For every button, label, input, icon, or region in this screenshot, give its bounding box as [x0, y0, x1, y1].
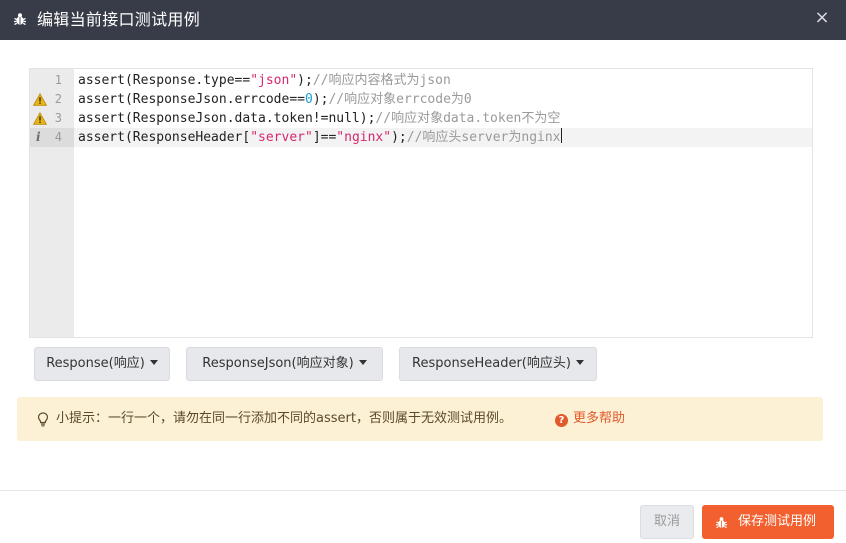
info-icon[interactable]: i: [36, 129, 41, 146]
tip-text: 小提示：一行一个，请勿在同一行添加不同的assert，否则属于无效测试用例。: [56, 411, 512, 426]
code-comment: //响应对象errcode为0: [328, 92, 472, 107]
code-area[interactable]: assert(Response.type=="json");//响应内容格式为j…: [74, 69, 812, 337]
cancel-button[interactable]: 取消: [640, 505, 694, 539]
code-comment: //响应头server为nginx: [406, 130, 561, 145]
code-number: 0: [304, 92, 313, 107]
code-comment: //响应内容格式为json: [312, 73, 451, 88]
caret-down-icon: [149, 360, 158, 365]
tip-box: 小提示：一行一个，请勿在同一行添加不同的assert，否则属于无效测试用例。 ?…: [17, 397, 823, 441]
line-number: 2: [54, 92, 62, 106]
code-text: assert(Response.type==: [78, 73, 251, 88]
code-text: assert(ResponseHeader[: [78, 130, 251, 145]
bug-icon: [715, 517, 728, 529]
code-text: assert(ResponseJson.errcode==: [78, 92, 305, 107]
code-text: assert(ResponseJson.data.token!=null);: [78, 111, 376, 126]
response-dropdown[interactable]: Response(响应): [34, 347, 170, 381]
code-text: ]==: [312, 130, 337, 145]
caret-down-icon: [575, 360, 584, 365]
save-button-label: 保存测试用例: [738, 514, 817, 529]
code-line-active: assert(ResponseHeader["server"]=="nginx"…: [74, 128, 812, 147]
line-number: 3: [54, 111, 62, 125]
code-editor[interactable]: 1 2 3 i 4 assert(Response.type=="json");…: [29, 68, 813, 338]
dropdown-label: ResponseHeader(响应头): [412, 356, 571, 371]
dropdown-label: Response(响应): [46, 356, 145, 371]
lightbulb-icon: [37, 412, 49, 427]
code-text: );: [391, 130, 407, 145]
save-test-case-button[interactable]: 保存测试用例: [702, 505, 834, 539]
caret-down-icon: [358, 360, 367, 365]
gutter-row: 2: [30, 90, 74, 109]
gutter-row-active: i 4: [30, 128, 74, 147]
code-comment: //响应对象data.token不为空: [375, 111, 561, 126]
bug-icon: [14, 13, 26, 26]
warning-icon[interactable]: [33, 112, 47, 125]
more-help-link[interactable]: ? 更多帮助: [555, 410, 625, 428]
question-circle-icon: ?: [555, 414, 568, 427]
close-button[interactable]: ×: [812, 8, 832, 28]
response-header-dropdown[interactable]: ResponseHeader(响应头): [399, 347, 597, 381]
warning-icon[interactable]: [33, 93, 47, 106]
footer-divider: [0, 490, 846, 491]
code-text: );: [312, 92, 329, 107]
code-text: );: [297, 73, 313, 88]
gutter-row: 3: [30, 109, 74, 128]
code-line: assert(ResponseJson.errcode==0);//响应对象er…: [74, 90, 812, 109]
text-cursor: [560, 128, 562, 143]
code-string: "server": [250, 130, 313, 145]
line-number: 1: [54, 73, 62, 87]
code-line: assert(Response.type=="json");//响应内容格式为j…: [74, 71, 812, 90]
line-number: 4: [54, 130, 62, 144]
editor-gutter: 1 2 3 i 4: [30, 69, 74, 337]
dropdown-label: ResponseJson(响应对象): [202, 356, 354, 371]
dialog-title: 编辑当前接口测试用例: [37, 10, 201, 29]
help-link-label: 更多帮助: [573, 411, 626, 426]
dialog-titlebar: 编辑当前接口测试用例 ×: [0, 0, 846, 40]
code-line: assert(ResponseJson.data.token!=null);//…: [74, 109, 812, 128]
code-string: "nginx": [336, 130, 392, 145]
response-json-dropdown[interactable]: ResponseJson(响应对象): [186, 347, 383, 381]
code-string: "json": [250, 73, 298, 88]
gutter-row: 1: [30, 71, 74, 90]
